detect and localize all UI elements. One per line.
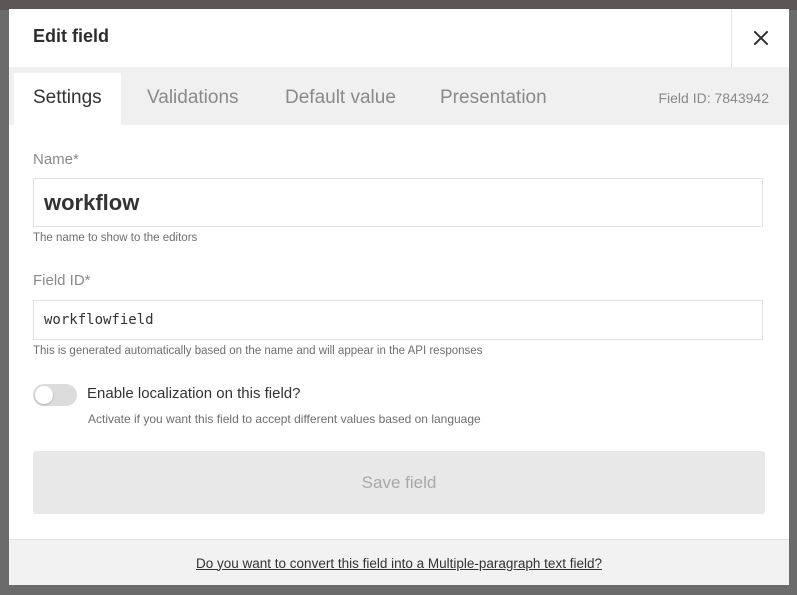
- field-id-hint: This is generated automatically based on…: [33, 345, 483, 357]
- tab-default-value[interactable]: Default value: [285, 73, 396, 125]
- tab-presentation[interactable]: Presentation: [440, 73, 547, 125]
- localization-hint: Activate if you want this field to accep…: [88, 412, 481, 426]
- close-icon: [754, 31, 768, 45]
- convert-field-link[interactable]: Do you want to convert this field into a…: [196, 556, 602, 571]
- save-field-button[interactable]: Save field: [33, 451, 765, 514]
- name-input[interactable]: [33, 178, 763, 227]
- close-button[interactable]: [731, 9, 789, 67]
- name-label: Name*: [33, 151, 79, 168]
- edit-field-modal: Edit field Settings Validations Default …: [9, 9, 789, 585]
- localization-toggle-label: Enable localization on this field?: [87, 385, 301, 402]
- modal-footer: Do you want to convert this field into a…: [9, 539, 789, 585]
- field-id-readout: Field ID: 7843942: [658, 90, 769, 106]
- tab-validations[interactable]: Validations: [147, 73, 239, 125]
- tab-settings[interactable]: Settings: [14, 73, 121, 125]
- toggle-knob: [35, 386, 53, 404]
- field-id-input[interactable]: [33, 300, 763, 340]
- modal-title: Edit field: [33, 26, 109, 46]
- field-id-label: Field ID*: [33, 272, 91, 289]
- modal-header: Edit field: [9, 9, 789, 68]
- name-hint: The name to show to the editors: [33, 232, 198, 244]
- localization-toggle[interactable]: [33, 384, 77, 406]
